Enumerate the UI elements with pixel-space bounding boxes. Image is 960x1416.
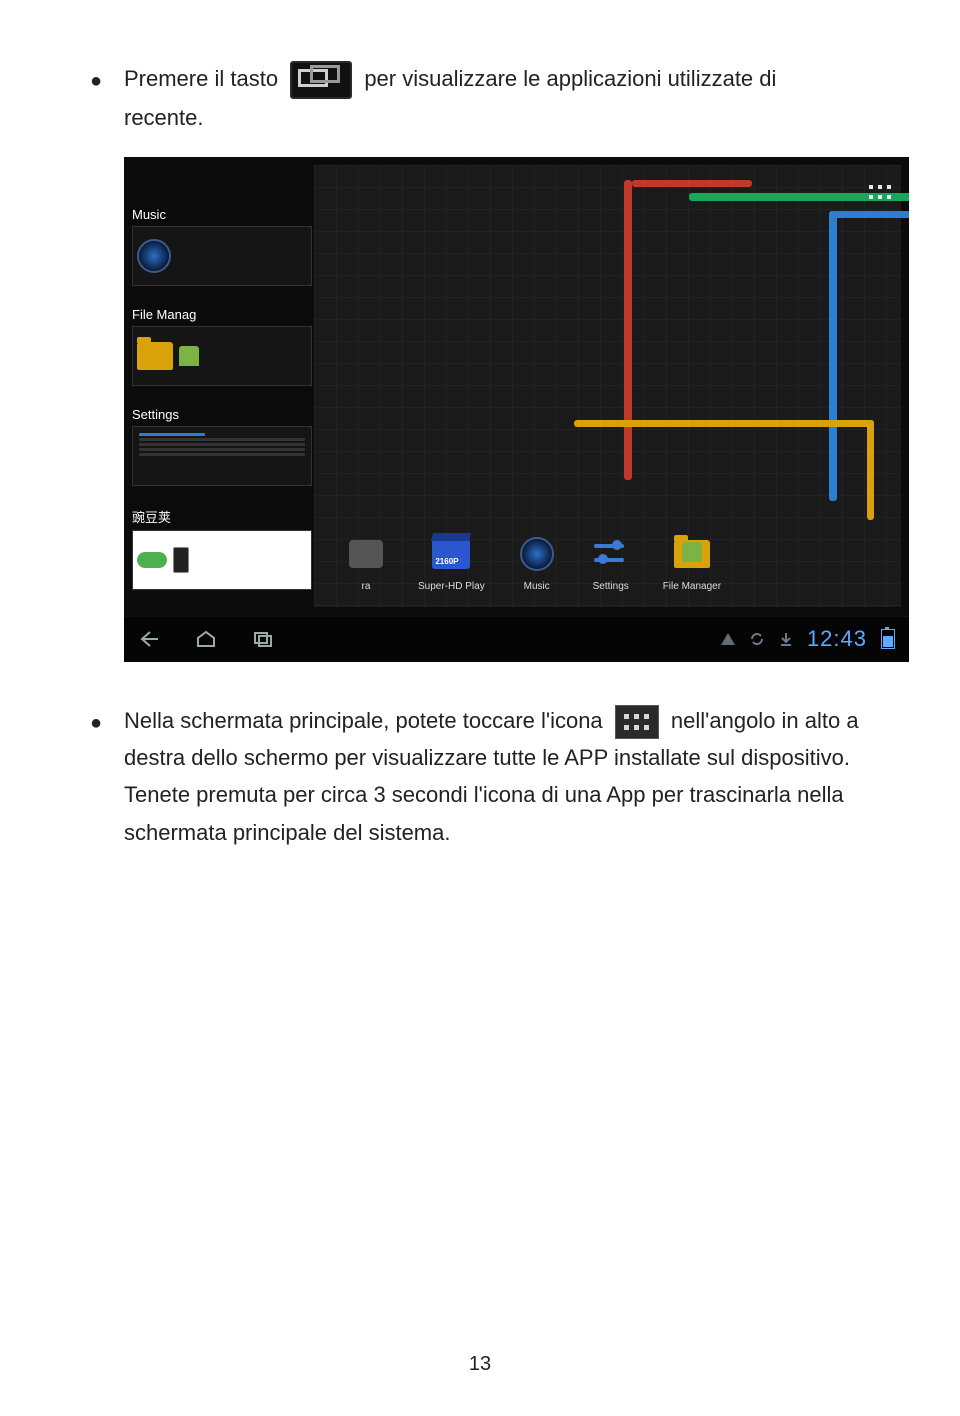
para1-text-b: per visualizzare le applicazioni utilizz… xyxy=(364,66,776,91)
recent-label: Settings xyxy=(132,407,312,422)
para2-body: Nella schermata principale, potete tocca… xyxy=(124,702,890,852)
tablet-screenshot: Music File Manag Settings 豌豆荚 ra 2160P S… xyxy=(124,157,909,662)
paragraph-1: ● Premere il tasto per visualizzare le a… xyxy=(90,60,890,137)
recent-app-music[interactable]: Music xyxy=(132,207,312,292)
app-drawer-icon xyxy=(615,705,659,739)
status-area[interactable]: 12:43 xyxy=(721,626,895,652)
recent-app-wandoujia[interactable]: 豌豆荚 xyxy=(132,507,312,592)
para1-text-a: Premere il tasto xyxy=(124,66,278,91)
clapperboard-icon: 2160P xyxy=(429,532,473,576)
camera-icon xyxy=(344,532,388,576)
recent-thumb xyxy=(132,426,312,486)
sliders-icon xyxy=(589,532,633,576)
speaker-icon xyxy=(137,239,171,273)
dock-label: Settings xyxy=(593,581,629,592)
recent-label: 豌豆荚 xyxy=(132,507,312,526)
dock-item-superhd[interactable]: 2160P Super-HD Play xyxy=(418,532,485,592)
bullet-icon: ● xyxy=(90,60,124,137)
speaker-icon xyxy=(515,532,559,576)
dock-label: File Manager xyxy=(663,581,721,592)
home-button[interactable] xyxy=(195,630,217,648)
dock-item-settings[interactable]: Settings xyxy=(589,532,633,592)
recent-app-filemanager[interactable]: File Manag xyxy=(132,307,312,392)
recent-thumb xyxy=(132,530,312,590)
recent-app-settings[interactable]: Settings xyxy=(132,407,312,492)
download-icon xyxy=(779,631,793,647)
clock: 12:43 xyxy=(807,626,867,652)
recent-thumb xyxy=(132,326,312,386)
recents-button[interactable] xyxy=(252,630,274,648)
recent-apps-icon xyxy=(290,61,352,99)
nav-buttons xyxy=(138,630,721,648)
para2-text-b: nell'angolo in alto xyxy=(671,708,840,733)
sync-icon xyxy=(749,631,765,647)
notification-icon xyxy=(721,633,735,645)
dock-label: ra xyxy=(362,581,371,592)
folder-icon xyxy=(137,342,173,370)
system-bar: 12:43 xyxy=(124,616,909,662)
dock-label: Music xyxy=(524,581,550,592)
android-icon xyxy=(179,346,199,366)
peapod-icon xyxy=(137,552,167,568)
battery-icon xyxy=(881,629,895,649)
recent-label: Music xyxy=(132,207,312,222)
dock-item-music[interactable]: Music xyxy=(515,532,559,592)
para1-text-c: recente. xyxy=(124,105,204,130)
recent-thumb xyxy=(132,226,312,286)
bullet-icon: ● xyxy=(90,702,124,852)
dock-item-camera[interactable]: ra xyxy=(344,532,388,592)
page-number: 13 xyxy=(0,1353,960,1376)
dock-item-filemanager[interactable]: File Manager xyxy=(663,532,721,592)
para2-text-a: Nella schermata principale, potete tocca… xyxy=(124,708,603,733)
back-button[interactable] xyxy=(138,630,160,648)
home-dock: ra 2160P Super-HD Play Music Settings Fi… xyxy=(319,507,897,592)
phone-icon xyxy=(173,547,189,573)
app-drawer-icon[interactable] xyxy=(869,185,891,199)
dock-label: Super-HD Play xyxy=(418,581,485,592)
folder-icon xyxy=(670,532,714,576)
paragraph-2: ● Nella schermata principale, potete toc… xyxy=(90,702,890,852)
para1-body: Premere il tasto per visualizzare le app… xyxy=(124,60,890,137)
recent-label: File Manag xyxy=(132,307,312,322)
